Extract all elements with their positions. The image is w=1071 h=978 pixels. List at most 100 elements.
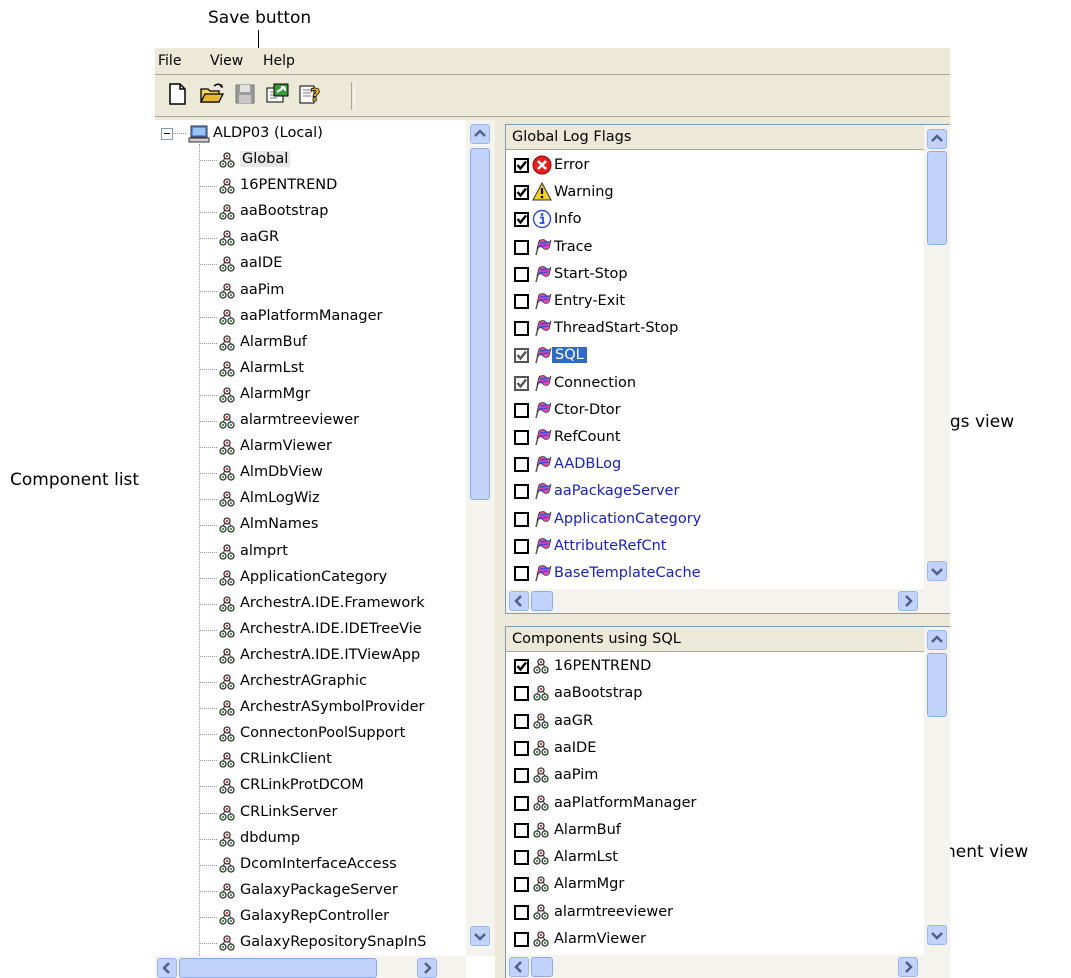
flags-scroll-down[interactable]	[927, 561, 947, 581]
log-flag-row[interactable]: AADBLog	[506, 452, 924, 478]
menu-help[interactable]: Help	[263, 53, 295, 69]
checkbox[interactable]	[514, 375, 529, 391]
flags-scroll-right[interactable]	[898, 591, 918, 611]
checkbox[interactable]	[514, 158, 529, 173]
tree-item-label: AlarmBuf	[240, 333, 307, 350]
checkbox[interactable]	[514, 538, 529, 554]
checkbox[interactable]	[514, 740, 529, 756]
save-button[interactable]	[232, 81, 258, 107]
tree-hscroll-thumb[interactable]	[179, 958, 377, 978]
component-icon	[218, 881, 238, 905]
components-hscroll-thumb[interactable]	[531, 957, 553, 977]
components-scroll-up[interactable]	[927, 630, 947, 650]
tree-scroll-right[interactable]	[417, 958, 437, 978]
menu-file[interactable]: File	[158, 53, 181, 69]
tree-item-label: AlmNames	[240, 516, 319, 533]
flags-hscroll-thumb[interactable]	[531, 591, 553, 611]
checkbox[interactable]	[514, 659, 529, 674]
tree-scroll-thumb[interactable]	[470, 148, 490, 500]
components-scroll-left[interactable]	[509, 957, 529, 977]
component-icon	[532, 738, 552, 762]
flags-horizontal-scrollbar[interactable]	[506, 589, 950, 613]
checkbox[interactable]	[514, 795, 529, 811]
checkbox[interactable]	[514, 850, 529, 866]
checkbox[interactable]	[514, 484, 529, 500]
components-scroll-right[interactable]	[898, 957, 918, 977]
checkbox[interactable]	[514, 822, 529, 838]
log-flag-label: Info	[554, 211, 582, 228]
log-flag-row[interactable]: RefCount	[506, 425, 924, 451]
checkbox[interactable]	[514, 566, 529, 581]
component-row[interactable]: aaBootstrap	[506, 681, 924, 707]
component-icon	[218, 933, 238, 956]
log-flag-row[interactable]: ThreadStart-Stop	[506, 316, 924, 342]
checkbox[interactable]	[514, 511, 529, 527]
tree-scroll-left[interactable]	[157, 958, 177, 978]
component-tree[interactable]: ALDP03 (Local) Global 16PENTREND aaBootstra…	[155, 120, 495, 978]
components-scroll-down[interactable]	[927, 925, 947, 945]
checkbox[interactable]	[514, 686, 529, 702]
log-flag-row[interactable]: BaseTemplateCache	[506, 561, 924, 587]
log-flag-row[interactable]: aaPackageServer	[506, 479, 924, 505]
checkbox[interactable]	[514, 294, 529, 309]
flag-icon	[532, 264, 552, 288]
checkbox[interactable]	[514, 877, 529, 893]
checkbox[interactable]	[514, 904, 529, 920]
menu-view[interactable]: View	[210, 53, 243, 69]
component-row[interactable]: AlarmBuf	[506, 818, 924, 844]
log-flag-row[interactable]: Warning	[506, 180, 924, 206]
log-flag-row[interactable]: Ctor-Dtor	[506, 398, 924, 424]
flags-scroll-thumb[interactable]	[927, 151, 947, 245]
checkbox[interactable]	[514, 348, 529, 364]
flags-scroll-up[interactable]	[927, 129, 947, 149]
component-row[interactable]: AlarmLst	[506, 845, 924, 871]
checkbox[interactable]	[514, 185, 529, 201]
log-flag-row[interactable]: Info	[506, 207, 924, 233]
collapse-icon[interactable]	[161, 128, 173, 140]
component-view[interactable]: Components using SQL 16PENTREND aaBootstr…	[505, 626, 950, 978]
component-row[interactable]: AlarmViewer	[506, 927, 924, 953]
checkbox[interactable]	[514, 239, 529, 255]
log-flag-row[interactable]: ApplicationCategory	[506, 507, 924, 533]
components-horizontal-scrollbar[interactable]	[506, 955, 950, 978]
component-row[interactable]: AlarmMgr	[506, 872, 924, 898]
component-row[interactable]: aaPim	[506, 763, 924, 789]
open-button[interactable]	[199, 81, 225, 107]
log-flag-row[interactable]: Start-Stop	[506, 262, 924, 288]
tree-scroll-up[interactable]	[470, 124, 490, 144]
component-icon	[532, 656, 552, 680]
component-row[interactable]: aaIDE	[506, 736, 924, 762]
checkbox[interactable]	[514, 402, 529, 418]
checkbox[interactable]	[514, 321, 529, 337]
component-row[interactable]: 16PENTREND	[506, 654, 924, 680]
tree-vertical-scrollbar[interactable]	[466, 120, 495, 956]
log-flags-view[interactable]: Global Log Flags Error Warning Info Trace St…	[505, 124, 950, 614]
checkbox[interactable]	[514, 266, 529, 282]
component-row[interactable]: aaGR	[506, 709, 924, 735]
log-flag-row[interactable]: Entry-Exit	[506, 289, 924, 315]
tree-scroll-down[interactable]	[470, 926, 490, 946]
log-flag-row[interactable]: Connection	[506, 371, 924, 397]
component-row[interactable]: alarmtreeviewer	[506, 900, 924, 926]
checkbox[interactable]	[514, 457, 529, 473]
log-flag-row[interactable]: Trace	[506, 235, 924, 261]
checkbox[interactable]	[514, 212, 529, 228]
log-flag-row[interactable]: Error	[506, 153, 924, 179]
components-scroll-thumb[interactable]	[927, 653, 947, 717]
apply-button[interactable]	[265, 81, 291, 107]
flags-vertical-scrollbar[interactable]	[924, 125, 950, 589]
log-flag-row[interactable]: SQL	[506, 343, 924, 369]
checkbox[interactable]	[514, 713, 529, 729]
components-vertical-scrollbar[interactable]	[924, 627, 950, 955]
component-row[interactable]: aaPlatformManager	[506, 791, 924, 817]
log-flag-row[interactable]: AttributeRefCnt	[506, 534, 924, 560]
flags-scroll-left[interactable]	[509, 591, 529, 611]
checkbox[interactable]	[514, 430, 529, 445]
tree-horizontal-scrollbar[interactable]	[155, 956, 466, 978]
component-icon	[532, 820, 552, 844]
new-button[interactable]	[165, 81, 191, 107]
tree-connector	[199, 144, 200, 956]
checkbox[interactable]	[514, 768, 529, 784]
help-button[interactable]: ?	[298, 81, 324, 107]
checkbox[interactable]	[514, 932, 529, 947]
